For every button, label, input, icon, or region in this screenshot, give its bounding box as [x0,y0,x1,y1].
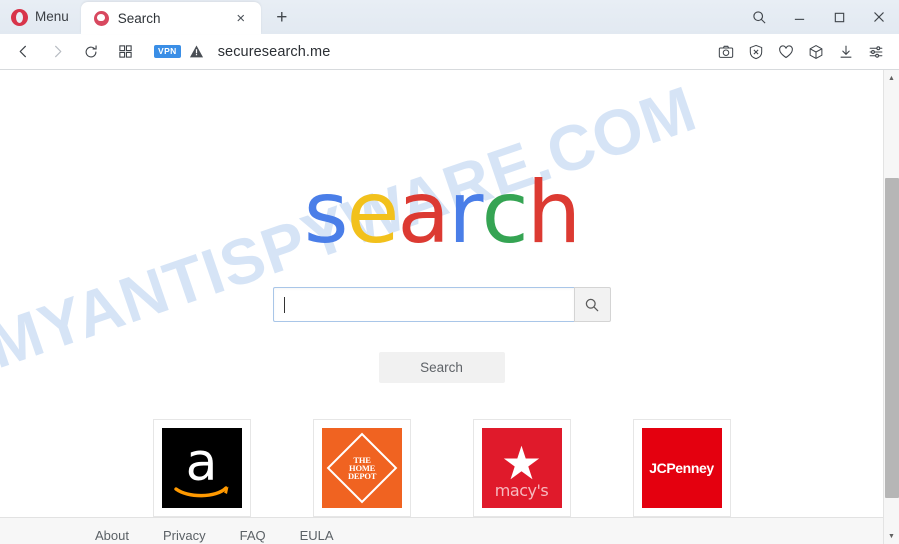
menu-button-label: Menu [35,9,69,25]
reload-icon[interactable] [74,37,108,67]
page-content: search Search a THE HOME DEPOT ★ macy's … [0,70,883,517]
macys-logo-icon: ★ macy's [481,428,562,508]
logo-letter-e: e [346,163,400,263]
jcpenney-logo-icon: JCPenney [641,428,722,508]
address-bar: VPN securesearch.me [0,34,899,70]
url-text[interactable]: securesearch.me [218,44,331,60]
maximize-button[interactable] [819,0,859,34]
snapshot-icon[interactable] [712,37,739,67]
warning-triangle-icon[interactable] [189,44,204,59]
tab-title: Search [117,10,161,26]
minimize-button[interactable] [779,0,819,34]
download-icon[interactable] [832,37,859,67]
jcpenney-label: JCPenney [649,460,714,476]
window-controls [739,0,899,34]
logo-letter-c: c [481,163,528,263]
heart-icon[interactable] [772,37,799,67]
scroll-up-arrow-icon[interactable]: ▲ [884,70,899,86]
address-bar-actions [712,37,893,67]
opera-browser-window: Menu Search × + VPN securesearch.me MYAN… [0,0,899,544]
logo-letter-s: s [303,163,349,263]
search-window-button[interactable] [739,0,779,34]
search-submit-button[interactable]: Search [378,352,505,383]
tile-amazon[interactable]: a [152,419,251,517]
tile-jcpenney[interactable]: JCPenney [632,419,731,517]
scrollbar-track[interactable] [884,86,899,528]
easy-setup-icon[interactable] [862,37,889,67]
page-viewport: MYANTISPYWARE.COM search Search a THE HO… [0,70,899,544]
footer-link-about[interactable]: About [95,528,129,543]
close-window-button[interactable] [859,0,899,34]
opera-logo-icon [11,8,28,26]
forward-arrow-icon[interactable] [40,37,74,67]
cube-icon[interactable] [802,37,829,67]
text-caret [283,296,285,313]
search-row [272,287,611,322]
tile-home-depot[interactable]: THE HOME DEPOT [312,419,411,517]
tile-macys[interactable]: ★ macy's [472,419,571,517]
search-input[interactable] [272,287,574,322]
back-arrow-icon[interactable] [6,37,40,67]
new-tab-button[interactable]: + [269,4,295,30]
logo-letter-h: h [526,163,581,263]
vpn-badge[interactable]: VPN [154,44,181,59]
search-site-favicon [93,10,109,26]
tab-strip: Menu Search × + [0,0,899,34]
site-logo: search [303,163,582,263]
amazon-logo-icon: a [161,428,242,508]
securesearch-page: MYANTISPYWARE.COM search Search a THE HO… [0,70,883,544]
footer-link-privacy[interactable]: Privacy [163,528,206,543]
close-icon[interactable]: × [231,8,251,28]
opera-menu-button[interactable]: Menu [0,0,81,34]
footer-link-eula[interactable]: EULA [300,528,334,543]
home-depot-logo-icon: THE HOME DEPOT [321,428,402,508]
vertical-scrollbar[interactable]: ▲ ▼ [883,70,899,544]
partner-tiles: a THE HOME DEPOT ★ macy's JCPenney [152,419,731,517]
scrollbar-thumb[interactable] [884,178,899,498]
footer-link-faq[interactable]: FAQ [240,528,266,543]
browser-tab-search[interactable]: Search × [80,2,261,34]
logo-letter-r: r [448,163,483,263]
speed-dial-icon[interactable] [108,37,142,67]
search-icon-button[interactable] [573,287,611,322]
page-footer: About Privacy FAQ EULA [0,517,883,544]
logo-letter-a: a [397,163,450,263]
ad-blocker-icon[interactable] [742,37,769,67]
scroll-down-arrow-icon[interactable]: ▼ [884,528,899,544]
